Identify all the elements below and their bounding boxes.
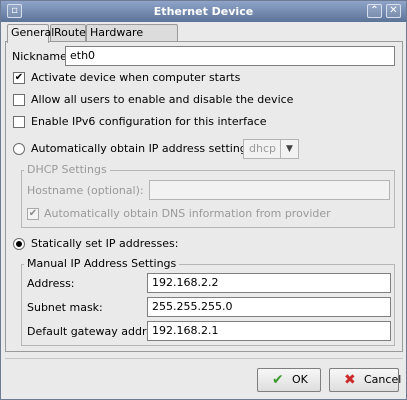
checkmark-icon: ✔ xyxy=(272,372,284,388)
allow-users-label: Allow all users to enable and disable th… xyxy=(31,93,294,106)
chevron-down-icon: ▼ xyxy=(280,140,298,158)
cancel-x-icon: ✖ xyxy=(344,372,356,388)
auto-ip-radio[interactable] xyxy=(13,143,25,155)
subnet-label: Subnet mask: xyxy=(27,301,103,314)
dns-label: Automatically obtain DNS information fro… xyxy=(44,207,331,220)
ipv6-checkbox[interactable] xyxy=(13,116,25,128)
ethernet-device-dialog: Ethernet Device ▫ ⌃ ✕ General Route Hard… xyxy=(0,0,407,400)
title-bar[interactable]: Ethernet Device ▫ ⌃ ✕ xyxy=(1,1,406,22)
close-icon[interactable]: ✕ xyxy=(386,4,401,18)
ok-button[interactable]: ✔ OK xyxy=(257,368,321,392)
window-title: Ethernet Device xyxy=(153,5,254,18)
subnet-input[interactable]: 255.255.255.0 xyxy=(147,297,391,317)
tab-label: General xyxy=(11,26,55,39)
tab-hardware-device[interactable]: Hardware Device xyxy=(86,24,178,55)
dns-checkbox[interactable]: ✔ xyxy=(27,208,39,220)
activate-checkbox[interactable]: ✔ xyxy=(13,72,25,84)
cancel-label: Cancel xyxy=(364,373,402,386)
static-ip-radio[interactable] xyxy=(13,238,25,250)
button-separator xyxy=(5,358,403,359)
window-menu-icon[interactable]: ▫ xyxy=(7,4,22,18)
tab-label: Route xyxy=(54,26,86,39)
tab-route[interactable]: Route xyxy=(50,24,86,42)
general-panel: Nickname: eth0 ✔ Activate device when co… xyxy=(5,41,403,352)
address-label: Address: xyxy=(27,277,75,290)
dhcp-method-select[interactable]: dhcp ▼ xyxy=(243,139,299,159)
ipv6-label: Enable IPv6 configuration for this inter… xyxy=(31,115,267,128)
shade-icon[interactable]: ⌃ xyxy=(367,4,382,18)
nickname-label: Nickname: xyxy=(12,50,71,63)
static-ip-label: Statically set IP addresses: xyxy=(31,237,179,250)
allow-users-checkbox[interactable] xyxy=(13,94,25,106)
cancel-button[interactable]: ✖ Cancel xyxy=(329,368,402,392)
hostname-label: Hostname (optional): xyxy=(27,184,144,197)
address-input[interactable]: 192.168.2.2 xyxy=(147,273,391,293)
activate-label: Activate device when computer starts xyxy=(31,71,241,84)
nickname-input[interactable]: eth0 xyxy=(65,46,395,66)
tab-general[interactable]: General xyxy=(7,24,54,43)
manual-ip-title: Manual IP Address Settings xyxy=(24,257,180,270)
hostname-input[interactable] xyxy=(149,180,390,200)
ok-label: OK xyxy=(292,373,308,386)
dhcp-method-value: dhcp xyxy=(249,142,276,155)
dhcp-settings-title: DHCP Settings xyxy=(24,163,110,176)
gateway-input[interactable]: 192.168.2.1 xyxy=(147,321,391,341)
